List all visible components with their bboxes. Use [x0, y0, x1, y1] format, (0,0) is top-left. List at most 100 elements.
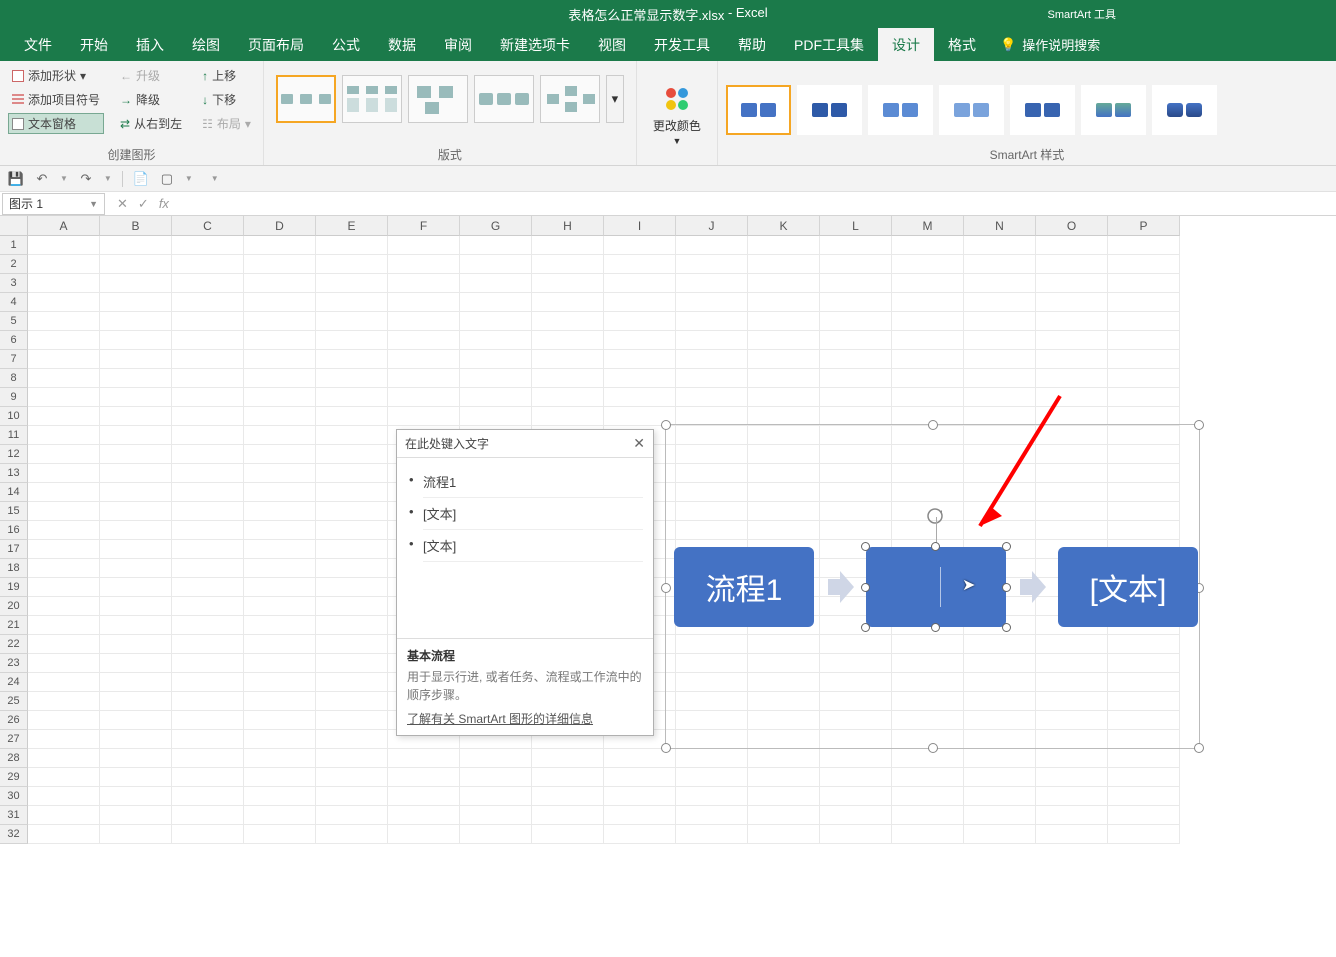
- move-up-button[interactable]: ↑上移: [198, 65, 255, 86]
- tab-file[interactable]: 文件: [10, 27, 66, 63]
- tab-help[interactable]: 帮助: [724, 27, 780, 63]
- cell[interactable]: [460, 236, 532, 255]
- row-header[interactable]: 29: [0, 768, 28, 787]
- row-header[interactable]: 24: [0, 673, 28, 692]
- cell[interactable]: [316, 312, 388, 331]
- cell[interactable]: [748, 768, 820, 787]
- cell[interactable]: [172, 369, 244, 388]
- cell[interactable]: [244, 787, 316, 806]
- cell[interactable]: [820, 293, 892, 312]
- cell[interactable]: [532, 293, 604, 312]
- fx-button[interactable]: fx: [159, 196, 169, 212]
- cell[interactable]: [316, 825, 388, 844]
- cell[interactable]: [892, 350, 964, 369]
- cell[interactable]: [172, 654, 244, 673]
- cell[interactable]: [100, 407, 172, 426]
- column-header[interactable]: L: [820, 216, 892, 236]
- cell[interactable]: [892, 293, 964, 312]
- cell[interactable]: [1108, 787, 1180, 806]
- cell[interactable]: [244, 730, 316, 749]
- cell[interactable]: [604, 825, 676, 844]
- cell[interactable]: [388, 293, 460, 312]
- cell[interactable]: [1108, 806, 1180, 825]
- row-header[interactable]: 3: [0, 274, 28, 293]
- demote-button[interactable]: →降级: [116, 89, 186, 110]
- cell[interactable]: [1108, 236, 1180, 255]
- layouts-more-button[interactable]: ▾: [606, 75, 624, 123]
- cell[interactable]: [892, 388, 964, 407]
- cell[interactable]: [604, 350, 676, 369]
- cell[interactable]: [820, 255, 892, 274]
- cell[interactable]: [1108, 825, 1180, 844]
- cell[interactable]: [316, 293, 388, 312]
- layout-thumb-4[interactable]: [474, 75, 534, 123]
- cell[interactable]: [1036, 293, 1108, 312]
- tab-page-layout[interactable]: 页面布局: [234, 27, 318, 63]
- cell[interactable]: [964, 806, 1036, 825]
- cell[interactable]: [100, 274, 172, 293]
- row-header[interactable]: 14: [0, 483, 28, 502]
- cell[interactable]: [244, 597, 316, 616]
- cell[interactable]: [172, 255, 244, 274]
- cell[interactable]: [244, 236, 316, 255]
- cell[interactable]: [316, 521, 388, 540]
- cell[interactable]: [244, 369, 316, 388]
- select-all-corner[interactable]: [0, 216, 28, 236]
- cell[interactable]: [172, 787, 244, 806]
- cell[interactable]: [316, 274, 388, 293]
- cell[interactable]: [1108, 749, 1180, 768]
- cell[interactable]: [676, 787, 748, 806]
- cell[interactable]: [100, 521, 172, 540]
- cell[interactable]: [316, 806, 388, 825]
- move-down-button[interactable]: ↓下移: [198, 89, 255, 110]
- cell[interactable]: [28, 597, 100, 616]
- cell[interactable]: [172, 502, 244, 521]
- tab-insert[interactable]: 插入: [122, 27, 178, 63]
- cell[interactable]: [604, 369, 676, 388]
- cell[interactable]: [676, 825, 748, 844]
- cell[interactable]: [28, 711, 100, 730]
- cell[interactable]: [316, 350, 388, 369]
- cell[interactable]: [100, 236, 172, 255]
- accept-formula-button[interactable]: ✓: [138, 196, 149, 212]
- cell[interactable]: [532, 312, 604, 331]
- cell[interactable]: [676, 331, 748, 350]
- cell[interactable]: [676, 255, 748, 274]
- text-pane-list[interactable]: 流程1 [文本] [文本]: [397, 458, 653, 638]
- cell[interactable]: [820, 369, 892, 388]
- cell[interactable]: [316, 692, 388, 711]
- cell[interactable]: [316, 388, 388, 407]
- style-thumb-5[interactable]: [1010, 85, 1075, 135]
- cell[interactable]: [316, 483, 388, 502]
- row-header[interactable]: 21: [0, 616, 28, 635]
- cell[interactable]: [1036, 350, 1108, 369]
- cell[interactable]: [244, 825, 316, 844]
- layout-thumb-2[interactable]: [342, 75, 402, 123]
- cell[interactable]: [28, 749, 100, 768]
- redo-button[interactable]: ↷: [78, 171, 94, 187]
- cell[interactable]: [100, 350, 172, 369]
- cell[interactable]: [604, 787, 676, 806]
- cell[interactable]: [244, 407, 316, 426]
- cell[interactable]: [28, 369, 100, 388]
- cell[interactable]: [28, 445, 100, 464]
- cell[interactable]: [820, 388, 892, 407]
- cell[interactable]: [172, 331, 244, 350]
- cell[interactable]: [676, 293, 748, 312]
- cell[interactable]: [748, 312, 820, 331]
- cell[interactable]: [172, 597, 244, 616]
- row-header[interactable]: 7: [0, 350, 28, 369]
- tab-format[interactable]: 格式: [934, 27, 990, 63]
- cell[interactable]: [1108, 312, 1180, 331]
- cell[interactable]: [532, 787, 604, 806]
- column-header[interactable]: M: [892, 216, 964, 236]
- cell[interactable]: [100, 388, 172, 407]
- cell[interactable]: [892, 312, 964, 331]
- cell[interactable]: [604, 388, 676, 407]
- cell[interactable]: [820, 806, 892, 825]
- cell[interactable]: [172, 350, 244, 369]
- cell[interactable]: [172, 407, 244, 426]
- style-thumb-2[interactable]: [797, 85, 862, 135]
- cell[interactable]: [388, 407, 460, 426]
- worksheet-grid[interactable]: ABCDEFGHIJKLMNOP 12345678910111213141516…: [0, 216, 1336, 956]
